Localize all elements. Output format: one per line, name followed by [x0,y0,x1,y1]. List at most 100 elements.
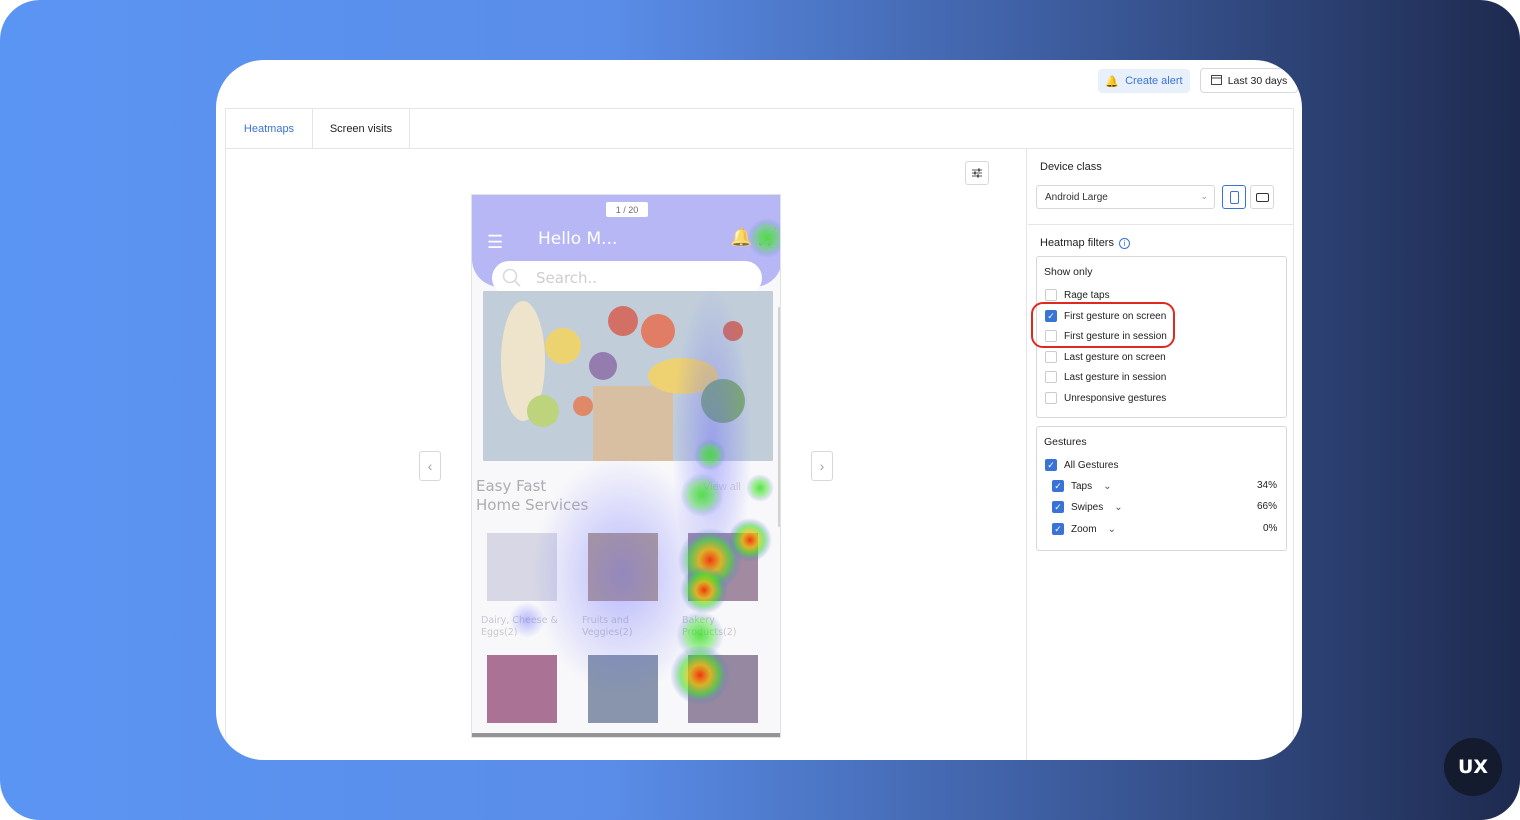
heatmap-viewer: ‹ › 1 / 20 ☰ Hello M... 🔔 🛒 Search.. Eas… [226,149,1027,760]
cart-icon: 🛒 [757,229,777,246]
gestures-label: Gestures [1044,436,1087,448]
create-alert-button[interactable]: 🔔 Create alert [1098,69,1190,93]
phone-search-bar: Search.. [492,261,762,295]
checkbox[interactable] [1045,371,1057,383]
show-only-box: Show only Rage taps ✓ First gesture on s… [1036,256,1287,418]
gestures-box: Gestures ✓ All Gestures ✓ Taps ⌄ 34% ✓ S… [1036,426,1287,551]
sidebar-divider [1028,224,1293,225]
brand-logo-badge: UX [1444,738,1502,796]
phone-scrollbar [778,307,780,527]
sliders-icon [972,168,982,178]
search-icon [502,268,521,287]
product-image-fruits [588,533,658,601]
checkbox[interactable]: ✓ [1052,480,1064,492]
show-only-label: Show only [1044,266,1093,278]
date-range-button[interactable]: Last 30 days [1200,68,1298,93]
bell-icon: 🔔 [1105,75,1120,88]
product-image-row2-1 [487,655,557,723]
product-image-dairy [487,533,557,601]
heatmap-filters-header: Heatmap filters i [1040,237,1130,249]
heatmap-filters-label: Heatmap filters [1040,237,1114,249]
groceries-hero-image [483,291,773,461]
phone-bottom-bar [472,733,780,737]
filter-label: Last gesture on screen [1064,351,1166,363]
product-label-line: Products(2) [682,627,737,638]
gesture-percent-zoom: 0% [1263,523,1278,534]
checkbox[interactable]: ✓ [1052,523,1064,535]
phone-greeting: Hello M... [538,229,618,249]
phone-screenshot: 1 / 20 ☰ Hello M... 🔔 🛒 Search.. Easy Fa… [471,194,781,738]
chevron-right-icon: › [819,458,825,474]
tab-screen-visits[interactable]: Screen visits [312,109,410,149]
product-label-line: Eggs(2) [481,627,518,638]
previous-screen-button[interactable]: ‹ [419,451,441,481]
gesture-taps[interactable]: ✓ Taps ⌄ [1052,480,1112,492]
tab-heatmaps[interactable]: Heatmaps [226,109,312,149]
landscape-device-button[interactable] [1250,185,1274,209]
filter-label: Rage taps [1064,289,1110,301]
section-title: Easy Fast Home Services [476,477,588,515]
product-image-bakery [688,533,758,601]
phone-search-placeholder: Search.. [536,269,598,287]
next-screen-button[interactable]: › [811,451,833,481]
gesture-all[interactable]: ✓ All Gestures [1045,459,1118,471]
filter-last-gesture-on-screen[interactable]: Last gesture on screen [1045,351,1166,363]
filter-first-gesture-in-session[interactable]: First gesture in session [1045,330,1167,342]
filter-unresponsive-gestures[interactable]: Unresponsive gestures [1045,392,1166,404]
gesture-percent-taps: 34% [1257,480,1278,491]
checkbox[interactable]: ✓ [1052,501,1064,513]
gesture-label: Swipes [1071,501,1104,513]
app-window: 🔔 Create alert Last 30 days Heatmaps Scr… [216,60,1302,760]
device-class-select[interactable]: Android Large ⌄ [1036,185,1215,209]
gesture-label: All Gestures [1064,459,1119,471]
heatmap-panel: Heatmaps Screen visits ‹ › 1 / 20 ☰ Hell… [225,108,1294,760]
product-label-line: Fruits and [582,615,629,626]
product-label-fruits: Fruits and Veggies(2) [582,615,633,639]
date-range-label: Last 30 days [1227,74,1288,87]
checkbox[interactable] [1045,351,1057,363]
phone-portrait-icon [1229,190,1239,204]
create-alert-label: Create alert [1125,75,1183,87]
checkbox[interactable]: ✓ [1045,310,1057,322]
filter-label: Unresponsive gestures [1064,392,1167,404]
chevron-down-icon[interactable]: ⌄ [1103,481,1111,492]
filter-label: First gesture in session [1064,330,1167,342]
product-label-dairy: Dairy, Cheese & Eggs(2) [481,615,558,639]
portrait-device-button[interactable] [1222,185,1246,209]
gesture-percent-swipes: 66% [1257,501,1278,512]
device-class-label: Device class [1040,161,1102,173]
chevron-down-icon[interactable]: ⌄ [1108,524,1116,535]
checkbox[interactable] [1045,330,1057,342]
phone-landscape-icon [1255,192,1269,202]
hamburger-menu-icon: ☰ [487,232,504,252]
settings-sliders-button[interactable] [965,161,989,185]
checkbox[interactable] [1045,392,1057,404]
section-title-line-1: Easy Fast [476,477,547,495]
top-toolbar: 🔔 Create alert Last 30 days [216,60,1302,108]
checkbox[interactable]: ✓ [1045,459,1057,471]
gesture-zoom[interactable]: ✓ Zoom ⌄ [1052,523,1116,535]
filter-rage-taps[interactable]: Rage taps [1045,289,1110,301]
product-label-line: Dairy, Cheese & [481,615,558,626]
filter-first-gesture-on-screen[interactable]: ✓ First gesture on screen [1045,310,1166,322]
filter-last-gesture-in-session[interactable]: Last gesture in session [1045,371,1166,383]
info-icon[interactable]: i [1118,237,1130,249]
filters-sidebar: Device class Android Large ⌄ Heatmap fil… [1028,149,1293,760]
product-label-line: Veggies(2) [582,627,633,638]
chevron-left-icon: ‹ [427,458,433,474]
gesture-swipes[interactable]: ✓ Swipes ⌄ [1052,501,1123,513]
tab-bar: Heatmaps Screen visits [226,109,1293,149]
device-class-value: Android Large [1045,191,1108,203]
product-image-row2-3 [688,655,758,723]
filter-label: Last gesture in session [1064,371,1167,383]
calendar-icon [1210,74,1222,88]
checkbox[interactable] [1045,289,1057,301]
screen-counter: 1 / 20 [606,202,648,217]
filter-label: First gesture on screen [1064,310,1167,322]
product-label-bakery: Bakery Products(2) [682,615,736,639]
product-label-line: Bakery [682,615,715,626]
view-all-link: View all [703,481,741,493]
notification-bell-icon: 🔔 [730,227,753,247]
chevron-down-icon[interactable]: ⌄ [1114,502,1122,513]
gesture-label: Taps [1071,480,1093,492]
